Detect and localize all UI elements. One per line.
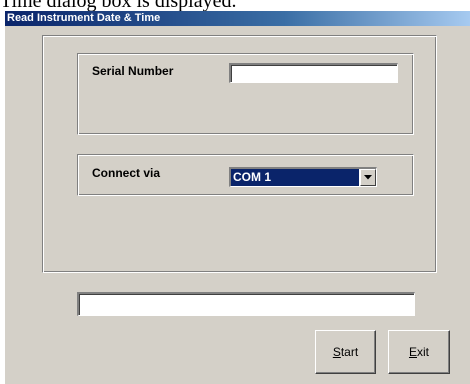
start-label: tart bbox=[340, 345, 359, 359]
connect-via-selected-value: COM 1 bbox=[231, 169, 359, 186]
start-button[interactable]: Start bbox=[315, 330, 376, 374]
dialog-window: Read Instrument Date & Time Serial Numbe… bbox=[4, 11, 470, 384]
connect-via-label: Connect via bbox=[92, 166, 161, 180]
dialog-title: Read Instrument Date & Time bbox=[5, 11, 470, 26]
dropdown-button[interactable] bbox=[360, 169, 376, 186]
status-field[interactable] bbox=[77, 292, 415, 316]
serial-number-input[interactable] bbox=[229, 63, 398, 83]
exit-mnemonic: E bbox=[408, 345, 417, 359]
exit-label: xit bbox=[417, 345, 429, 359]
connect-via-select[interactable]: COM 1 bbox=[229, 167, 377, 187]
start-mnemonic: S bbox=[332, 345, 341, 359]
exit-button[interactable]: Exit bbox=[388, 330, 450, 374]
serial-number-label: Serial Number bbox=[92, 64, 174, 78]
chevron-down-icon bbox=[364, 175, 372, 180]
